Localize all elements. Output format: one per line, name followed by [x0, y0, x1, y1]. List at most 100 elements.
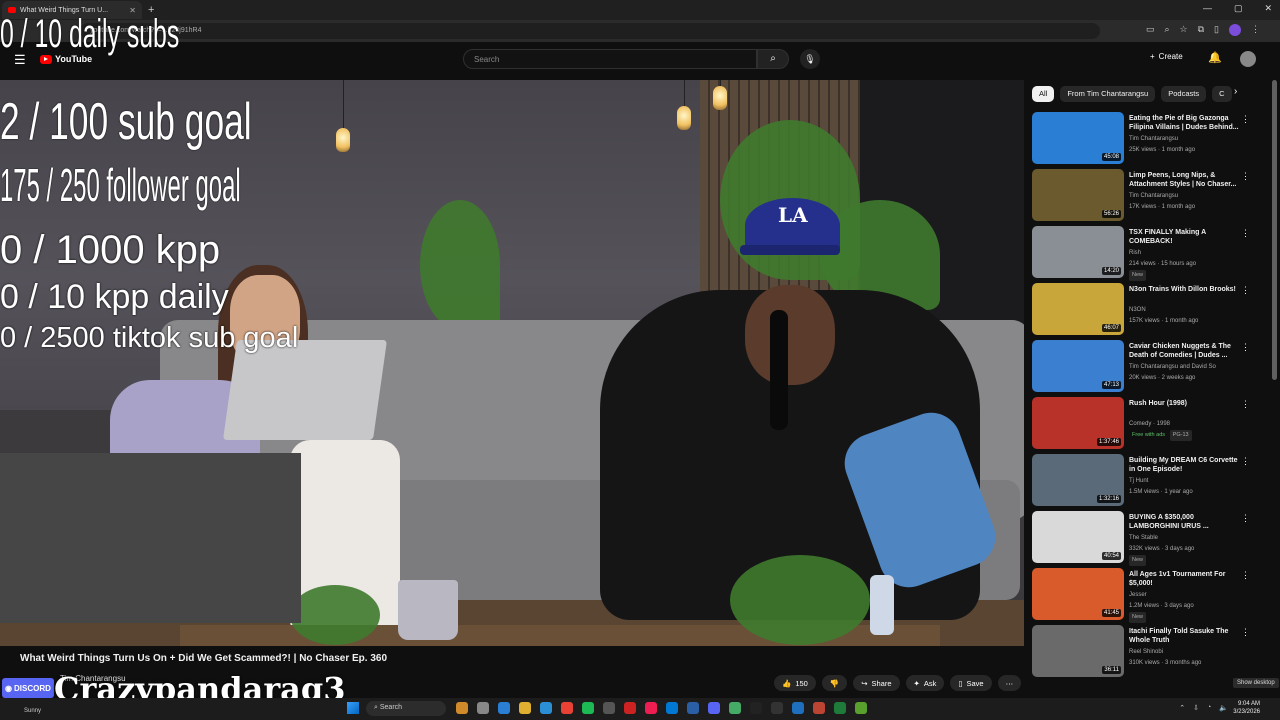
app-icon[interactable] — [813, 702, 825, 714]
recommendation-item[interactable]: 40:54 BUYING A $350,000 LAMBORGHINI URUS… — [1032, 511, 1258, 568]
app-icon[interactable] — [666, 702, 678, 714]
system-clock[interactable]: 9:04 AM 3/23/2026 — [1233, 700, 1260, 716]
account-avatar[interactable] — [1240, 51, 1256, 67]
recommendation-item[interactable]: 1:37:46 Rush Hour (1998) Comedy · 1998 Fr… — [1032, 397, 1258, 454]
download-icon[interactable]: ⇩ — [1193, 704, 1199, 712]
app-icon[interactable] — [687, 702, 699, 714]
video-thumbnail[interactable]: 47:13 — [1032, 340, 1124, 392]
video-thumbnail[interactable]: 41:45 — [1032, 568, 1124, 620]
rec-channel[interactable]: Tim Chantarangsu — [1129, 191, 1249, 202]
recommendation-item[interactable]: 47:13 Caviar Chicken Nuggets & The Death… — [1032, 340, 1258, 397]
rec-channel[interactable]: Jesser — [1129, 590, 1249, 601]
taskbar-search[interactable]: ⌕ Search — [366, 701, 446, 716]
recommendation-item[interactable]: 14:20 TSX FINALLY Making A COMEBACK! Ris… — [1032, 226, 1258, 283]
recommendation-title[interactable]: N3on Trains With Dillon Brooks! — [1129, 285, 1245, 294]
more-options-icon[interactable]: ⋮ — [1241, 570, 1250, 581]
bookmark-star-icon[interactable]: ☆ — [1180, 24, 1188, 36]
recommendation-title[interactable]: BUYING A $350,000 LAMBORGHINI URUS ... — [1129, 513, 1245, 531]
file-explorer-icon[interactable] — [519, 702, 531, 714]
recommendation-title[interactable]: Itachi Finally Told Sasuke The Whole Tru… — [1129, 627, 1245, 645]
video-thumbnail[interactable]: 45:08 — [1032, 112, 1124, 164]
app-icon[interactable] — [729, 702, 741, 714]
recommendation-item[interactable]: 41:45 All Ages 1v1 Tournament For $5,000… — [1032, 568, 1258, 625]
weather-widget[interactable]: Sunny — [24, 708, 41, 714]
edge-icon[interactable] — [498, 702, 510, 714]
recommendation-item[interactable]: 36:11 Itachi Finally Told Sasuke The Who… — [1032, 625, 1258, 682]
video-thumbnail[interactable]: 46:07 — [1032, 283, 1124, 335]
chrome-icon[interactable] — [561, 702, 573, 714]
rec-channel[interactable]: Comedy · 1998 — [1129, 419, 1249, 430]
maximize-icon[interactable]: ▢ — [1234, 3, 1243, 14]
rec-channel[interactable]: Tj Hunt — [1129, 476, 1249, 487]
rec-channel[interactable]: Reel Shinobi — [1129, 647, 1249, 658]
notifications-bell-icon[interactable]: 🔔 — [1208, 51, 1222, 64]
like-button[interactable]: 👍 150 — [774, 675, 816, 691]
volume-icon[interactable]: 🔈 — [1219, 704, 1228, 712]
chip-all[interactable]: All — [1032, 86, 1055, 102]
share-button[interactable]: ↪ Share — [853, 675, 900, 691]
app-icon[interactable] — [456, 702, 468, 714]
rec-channel[interactable]: Tim Chantarangsu and David So — [1129, 362, 1249, 373]
profile-icon[interactable] — [1229, 24, 1241, 36]
chip-podcasts[interactable]: Podcasts — [1161, 86, 1207, 102]
app-icon[interactable] — [792, 702, 804, 714]
wifi-icon[interactable]: ◔ — [1207, 704, 1211, 712]
rec-channel[interactable]: The Stable — [1129, 533, 1249, 544]
extensions-icon[interactable]: ⧉ — [1198, 24, 1204, 36]
more-options-icon[interactable]: ⋮ — [1241, 513, 1250, 524]
more-options-icon[interactable]: ⋮ — [1241, 228, 1250, 239]
chevron-right-icon[interactable]: › — [1234, 86, 1237, 97]
task-view-icon[interactable] — [477, 702, 489, 714]
recommendation-title[interactable]: Building My DREAM C6 Corvette in One Epi… — [1129, 456, 1245, 474]
app-icon[interactable] — [603, 702, 615, 714]
close-window-icon[interactable]: ✕ — [1264, 3, 1272, 14]
recommendation-item[interactable]: 46:07 N3on Trains With Dillon Brooks! N3… — [1032, 283, 1258, 340]
recommendation-item[interactable]: 45:08 Eating the Pie of Big Gazonga Fili… — [1032, 112, 1258, 169]
recommendation-title[interactable]: Caviar Chicken Nuggets & The Death of Co… — [1129, 342, 1245, 360]
recommendation-item[interactable]: 56:26 Limp Peens, Long Nips, & Attachmen… — [1032, 169, 1258, 226]
dislike-button[interactable]: 👎 — [821, 675, 848, 691]
voice-search-button[interactable]: 🎙 — [800, 49, 820, 69]
more-actions-button[interactable]: ⋯ — [997, 675, 1022, 691]
more-options-icon[interactable]: ⋮ — [1241, 456, 1250, 467]
recommendation-title[interactable]: Eating the Pie of Big Gazonga Filipina V… — [1129, 114, 1245, 132]
recommendation-title[interactable]: Limp Peens, Long Nips, & Attachment Styl… — [1129, 171, 1245, 189]
kick-icon[interactable] — [750, 702, 762, 714]
video-thumbnail[interactable]: 14:20 — [1032, 226, 1124, 278]
spotify-icon[interactable] — [582, 702, 594, 714]
more-options-icon[interactable]: ⋮ — [1241, 627, 1250, 638]
video-thumbnail[interactable]: 1:32:16 — [1032, 454, 1124, 506]
chip-more[interactable]: C — [1212, 86, 1232, 102]
ask-button[interactable]: ✦ Ask — [905, 675, 945, 691]
minecraft-icon[interactable] — [855, 702, 867, 714]
video-thumbnail[interactable]: 36:11 — [1032, 625, 1124, 677]
chip-from-channel[interactable]: From Tim Chantarangsu — [1060, 86, 1156, 102]
app-icon[interactable] — [624, 702, 636, 714]
create-button[interactable]: + Create — [1150, 52, 1183, 61]
rec-channel[interactable]: N3ON — [1129, 305, 1249, 316]
save-button[interactable]: ▯ Save — [950, 675, 992, 691]
more-options-icon[interactable]: ⋮ — [1241, 342, 1250, 353]
video-thumbnail[interactable]: 40:54 — [1032, 511, 1124, 563]
windows-start-icon[interactable] — [347, 702, 359, 714]
excel-icon[interactable] — [834, 702, 846, 714]
recommendation-title[interactable]: TSX FINALLY Making A COMEBACK! — [1129, 228, 1245, 246]
sidebar-icon[interactable]: ▯ — [1214, 24, 1219, 36]
recommendation-item[interactable]: 1:32:16 Building My DREAM C6 Corvette in… — [1032, 454, 1258, 511]
minimize-icon[interactable]: — — [1203, 3, 1212, 14]
discord-app-icon[interactable] — [708, 702, 720, 714]
address-bar[interactable]: youtube.com/watch?v=...h28j91hR4 — [80, 23, 1100, 39]
store-icon[interactable] — [540, 702, 552, 714]
recommendation-title[interactable]: Rush Hour (1998) — [1129, 399, 1245, 408]
rec-channel[interactable]: Rish — [1129, 248, 1249, 259]
sidebar-scrollbar[interactable] — [1272, 80, 1277, 380]
tiktok-icon[interactable] — [645, 702, 657, 714]
more-options-icon[interactable]: ⋮ — [1241, 114, 1250, 125]
menu-icon[interactable]: ⋮ — [1251, 24, 1260, 36]
cast-icon[interactable]: ▭ — [1146, 24, 1155, 36]
search-button[interactable]: ⌕ — [757, 49, 789, 69]
video-thumbnail[interactable]: 56:26 — [1032, 169, 1124, 221]
more-options-icon[interactable]: ⋮ — [1241, 171, 1250, 182]
recommendation-title[interactable]: All Ages 1v1 Tournament For $5,000! — [1129, 570, 1245, 588]
video-thumbnail[interactable]: 1:37:46 — [1032, 397, 1124, 449]
